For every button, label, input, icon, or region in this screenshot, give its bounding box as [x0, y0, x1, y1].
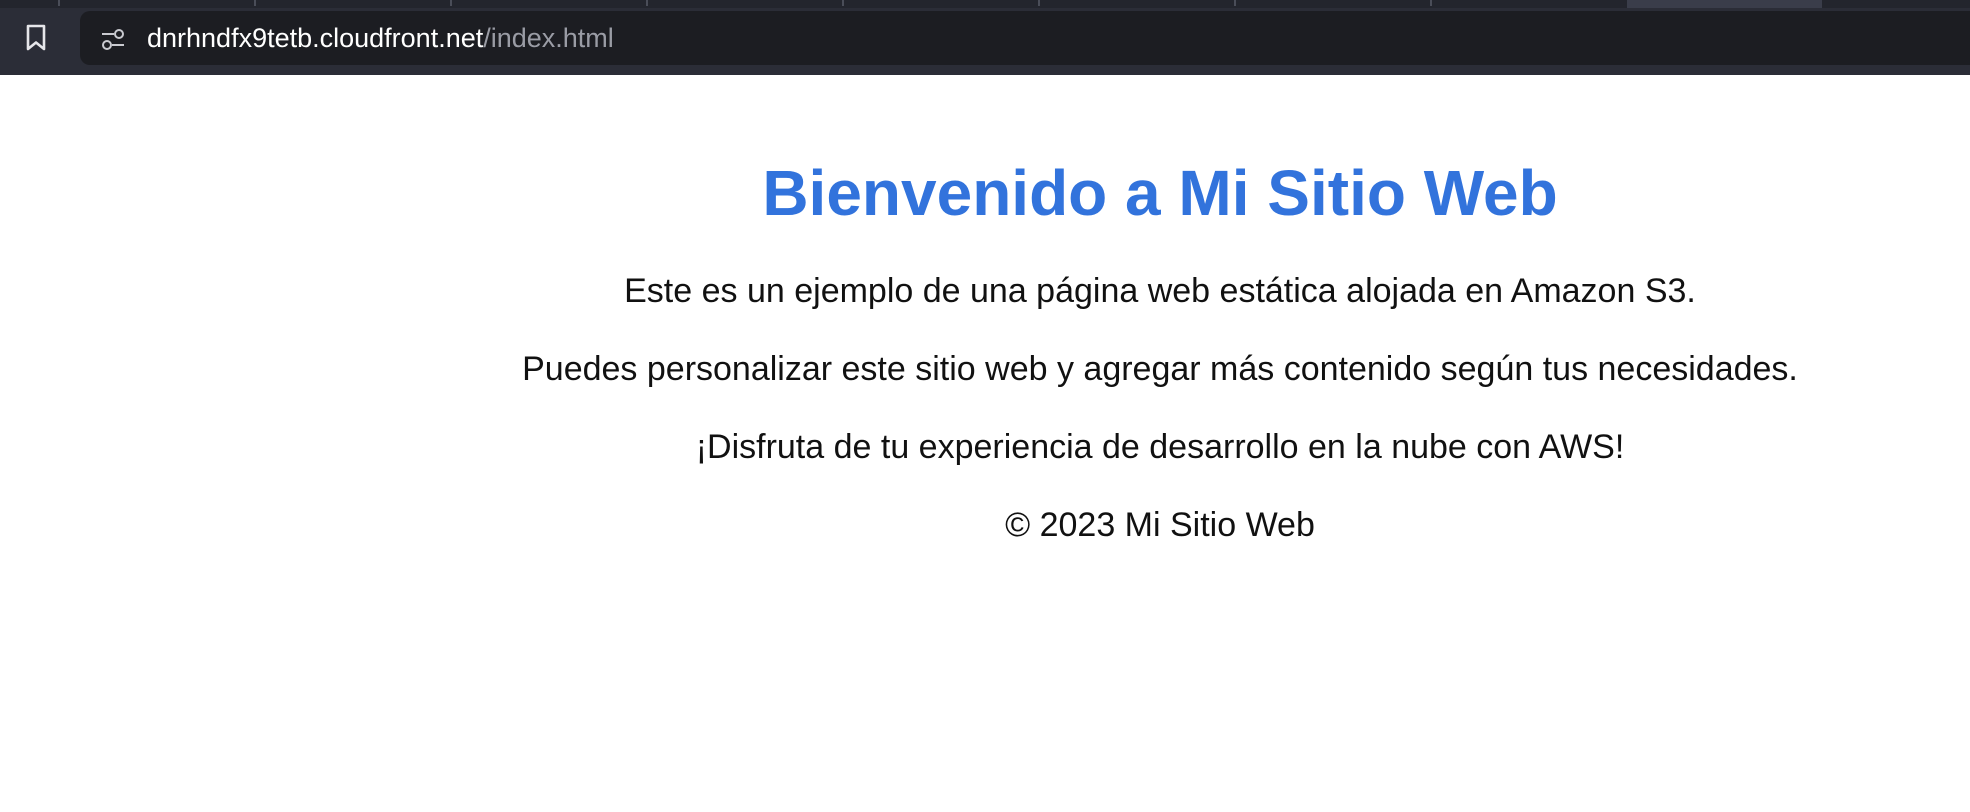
url-text[interactable]: dnrhndfx9tetb.cloudfront.net/index.html [147, 20, 614, 56]
web-page: Bienvenido a Mi Sitio Web Este es un eje… [0, 75, 1970, 812]
site-settings-icon [102, 29, 124, 50]
bookmark-button[interactable] [18, 20, 54, 56]
tab-separator [842, 0, 844, 6]
active-tab[interactable] [1627, 0, 1822, 8]
site-settings-button[interactable] [100, 26, 126, 52]
page-title: Bienvenido a Mi Sitio Web [762, 157, 1558, 229]
browser-toolbar: dnrhndfx9tetb.cloudfront.net/index.html [0, 0, 1970, 75]
tab-separator [646, 0, 648, 6]
enjoy-paragraph: ¡Disfruta de tu experiencia de desarroll… [695, 428, 1625, 466]
url-path: /index.html [483, 23, 614, 53]
bookmark-icon [26, 24, 46, 51]
footer-copyright: © 2023 Mi Sitio Web [1005, 506, 1315, 544]
tab-separator [1234, 0, 1236, 6]
tab-separator [450, 0, 452, 6]
url-host: dnrhndfx9tetb.cloudfront.net [147, 23, 484, 53]
tab-separator [58, 0, 60, 6]
tab-separator [1038, 0, 1040, 6]
intro-paragraph: Este es un ejemplo de una página web est… [624, 272, 1696, 310]
customize-paragraph: Puedes personalizar este sitio web y agr… [522, 350, 1798, 388]
tab-strip [0, 0, 1970, 8]
tab-separator [254, 0, 256, 6]
tab-separator [1430, 0, 1432, 6]
